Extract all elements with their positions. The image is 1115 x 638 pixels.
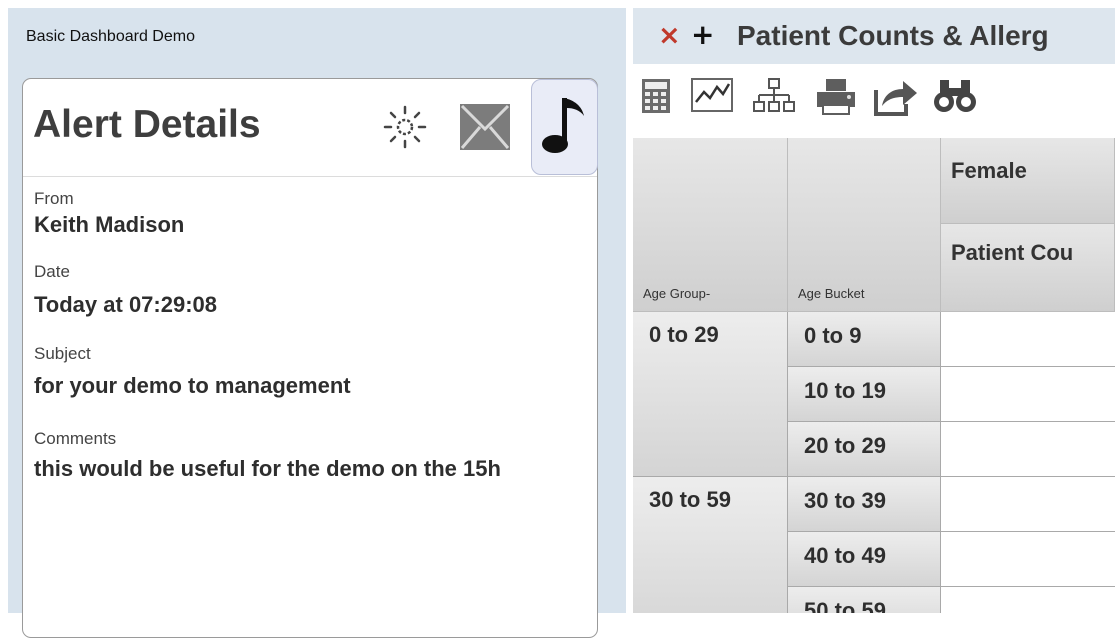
age-bucket-cell[interactable]: 50 to 59 <box>788 587 941 613</box>
add-icon[interactable]: + <box>691 18 714 51</box>
report-tab-title[interactable]: Patient Counts & Allerg <box>737 20 1049 52</box>
chart-icon[interactable] <box>691 78 733 112</box>
calculator-icon[interactable] <box>641 78 671 114</box>
alert-header: Alert Details <box>23 79 598 177</box>
age-group-label: 0 to 29 <box>649 322 719 347</box>
alert-details-card: Alert Details From Keith Madison Date To… <box>22 78 598 638</box>
row-header-age-group[interactable]: Age Group- <box>633 138 788 312</box>
age-group-cell[interactable]: 0 to 29 <box>633 312 788 477</box>
from-value: Keith Madison <box>34 212 185 237</box>
from-label: From <box>34 189 74 208</box>
value-cell[interactable] <box>941 422 1115 477</box>
pivot-body: 0 to 29 0 to 9 10 to 19 20 to 29 30 to 5… <box>633 312 1115 613</box>
age-group-label: 30 to 59 <box>649 487 731 512</box>
pivot-header: Age Group- Age Bucket Female Patient Cou <box>633 138 1115 312</box>
age-bucket-label: 20 to 29 <box>804 433 886 458</box>
print-icon[interactable] <box>815 78 857 116</box>
value-cell[interactable] <box>941 477 1115 532</box>
column-header-female[interactable]: Female <box>941 138 1115 224</box>
comments-label: Comments <box>34 429 117 448</box>
mail-icon[interactable] <box>459 103 511 151</box>
value-cell[interactable] <box>941 587 1115 613</box>
age-bucket-cell[interactable]: 10 to 19 <box>788 367 941 422</box>
value-cell[interactable] <box>941 532 1115 587</box>
export-icon[interactable] <box>873 78 919 116</box>
value-cell[interactable] <box>941 312 1115 367</box>
subject-value: for your demo to management <box>34 373 351 398</box>
date-label: Date <box>34 262 70 281</box>
age-bucket-label: 0 to 9 <box>804 323 862 348</box>
row-header-age-bucket[interactable]: Age Bucket <box>788 138 941 312</box>
report-panel: × + Patient Counts & Allerg Age Group- A… <box>633 8 1115 613</box>
value-cell[interactable] <box>941 367 1115 422</box>
music-note-button[interactable] <box>531 79 598 175</box>
hierarchy-icon[interactable] <box>753 78 795 116</box>
age-bucket-label: 30 to 39 <box>804 488 886 513</box>
report-tab-bar: × + Patient Counts & Allerg <box>633 8 1115 64</box>
music-note-icon <box>542 98 584 153</box>
binoculars-icon[interactable] <box>933 78 977 114</box>
report-toolbar <box>633 64 1115 144</box>
age-group-header-label: Age Group- <box>643 286 711 301</box>
age-bucket-header-label: Age Bucket <box>798 286 865 301</box>
age-bucket-label: 40 to 49 <box>804 543 886 568</box>
comments-value: this would be useful for the demo on the… <box>34 456 501 481</box>
age-bucket-cell[interactable]: 40 to 49 <box>788 532 941 587</box>
alert-title: Alert Details <box>33 103 261 146</box>
close-icon[interactable]: × <box>658 20 681 51</box>
age-bucket-label: 50 to 59 <box>804 598 886 613</box>
age-group-cell[interactable]: 30 to 59 <box>633 477 788 613</box>
age-bucket-cell[interactable]: 30 to 39 <box>788 477 941 532</box>
subject-label: Subject <box>34 344 91 363</box>
female-header-label: Female <box>951 158 1027 183</box>
patient-count-header-label: Patient Cou <box>951 240 1074 265</box>
age-bucket-cell[interactable]: 0 to 9 <box>788 312 941 367</box>
dashboard-panel: Basic Dashboard Demo Alert Details From … <box>8 8 626 638</box>
age-bucket-cell[interactable]: 20 to 29 <box>788 422 941 477</box>
sun-icon[interactable] <box>383 105 427 149</box>
age-bucket-label: 10 to 19 <box>804 378 886 403</box>
column-header-patient-count[interactable]: Patient Cou <box>941 224 1115 312</box>
dashboard-title: Basic Dashboard Demo <box>26 28 195 45</box>
date-value: Today at 07:29:08 <box>34 292 218 317</box>
